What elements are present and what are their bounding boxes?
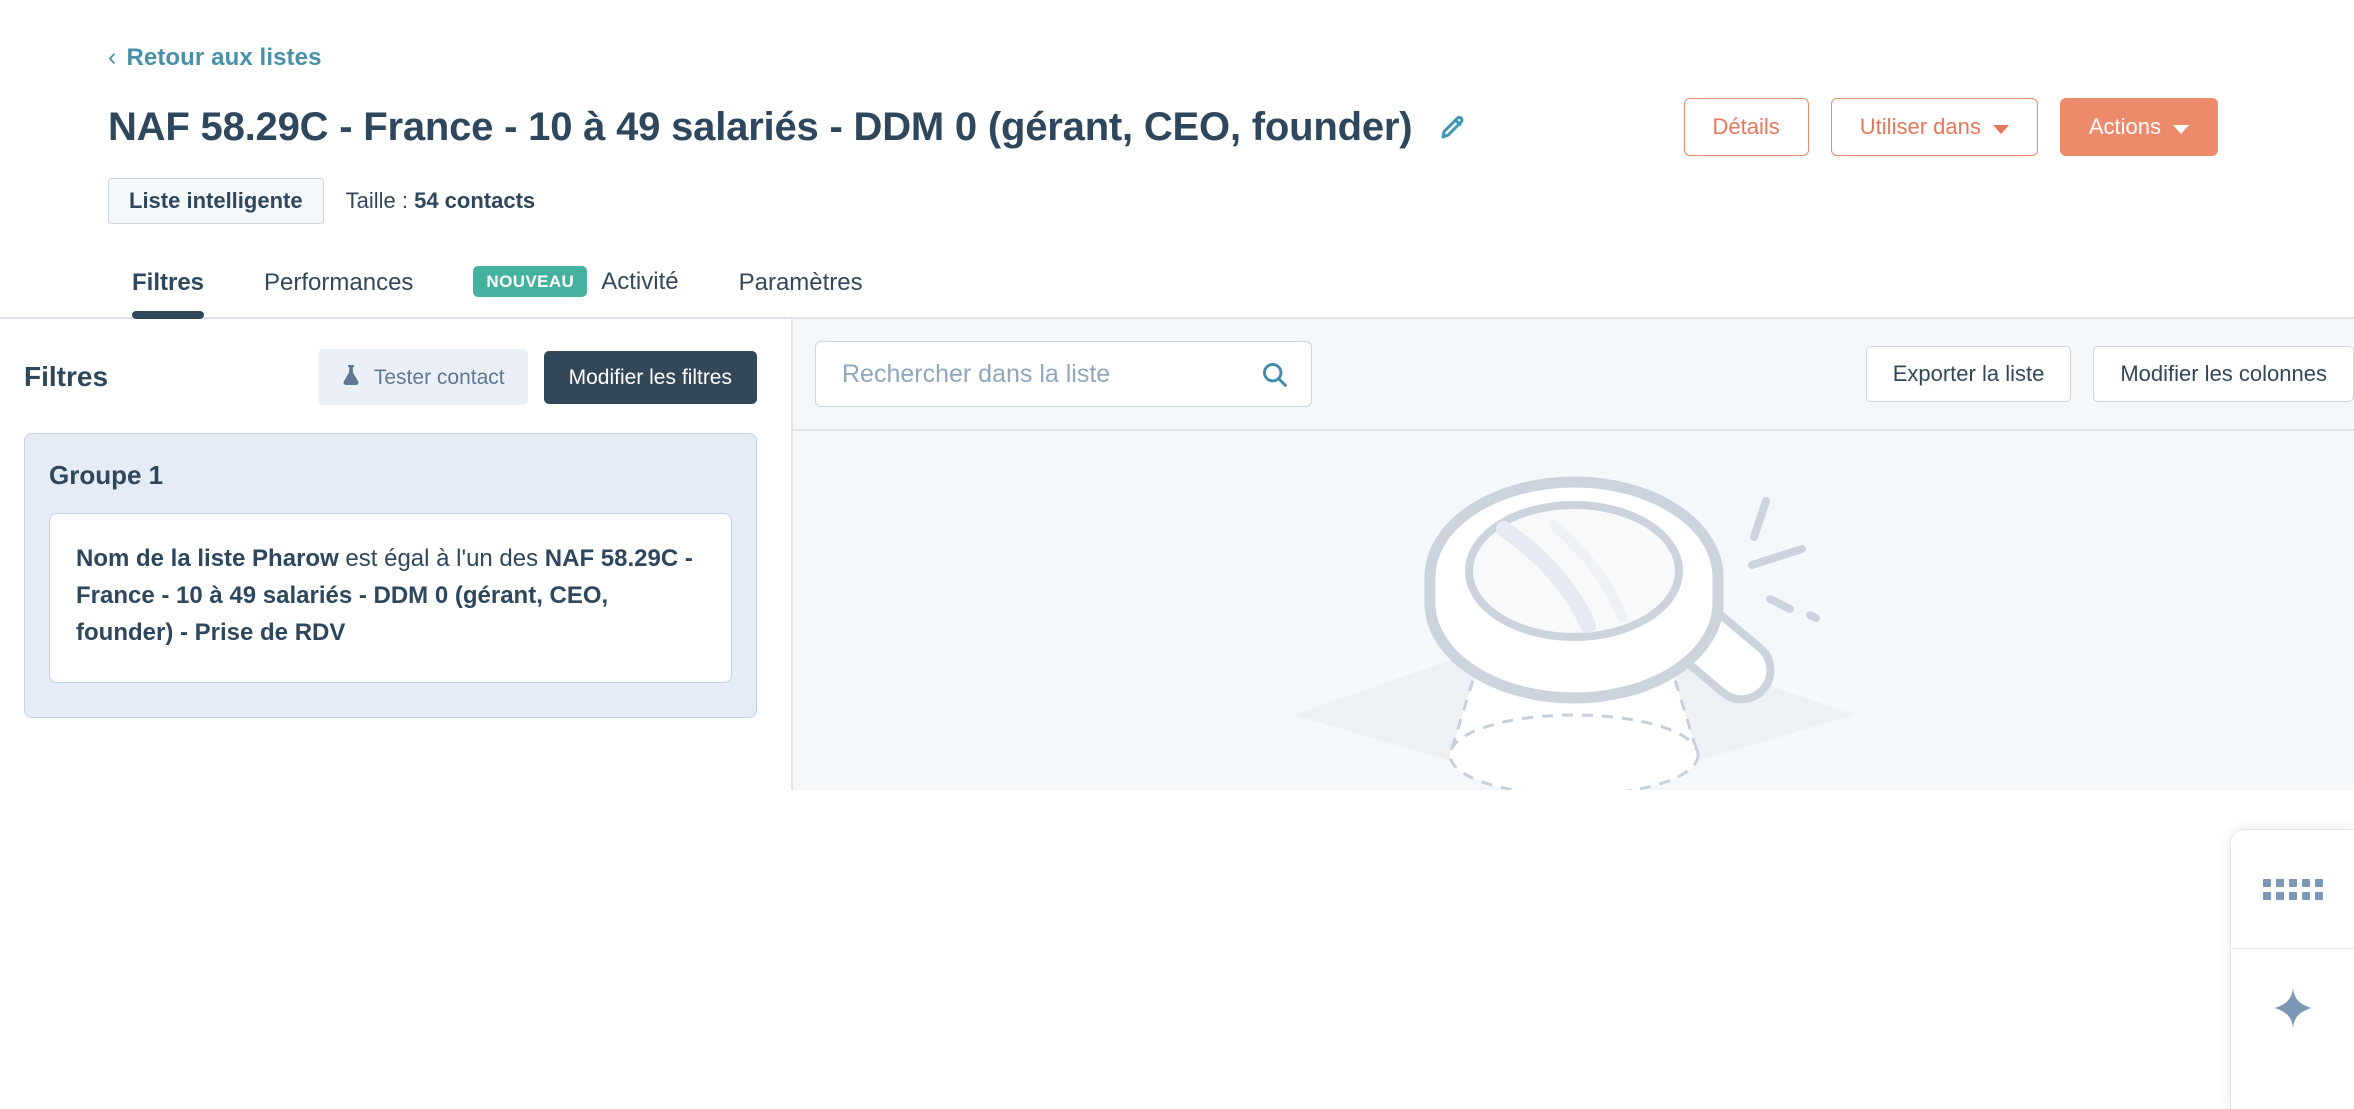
empty-state (793, 431, 2354, 790)
actions-dropdown-button[interactable]: Actions (2059, 98, 2218, 156)
list-meta-row: Liste intelligente Taille : 54 contacts (108, 178, 2354, 224)
tab-parametres[interactable]: Paramètres (709, 263, 893, 317)
edit-filters-button[interactable]: Modifier les filtres (543, 350, 757, 404)
new-badge: NOUVEAU (473, 266, 588, 297)
tab-filtres-label: Filtres (132, 269, 205, 296)
tab-performances-label: Performances (264, 269, 414, 296)
actions-dropdown-label: Actions (2088, 114, 2161, 139)
list-size-value: 54 contacts (414, 188, 536, 213)
page-title: NAF 58.29C - France - 10 à 49 salariés -… (108, 105, 1413, 149)
content-toolbar-actions: Exporter la liste Modifier les colonnes (1865, 346, 2354, 402)
test-contact-button[interactable]: Tester contact (317, 349, 528, 405)
export-list-button[interactable]: Exporter la liste (1865, 346, 2072, 402)
edit-columns-button[interactable]: Modifier les colonnes (2093, 346, 2354, 402)
search-icon[interactable] (1250, 360, 1289, 389)
page-body: Filtres Tester contact Modifier les filt… (0, 319, 2354, 1109)
search-box[interactable] (815, 341, 1312, 407)
filters-panel-header: Filtres Tester contact Modifier les filt… (24, 349, 757, 405)
tab-activite[interactable]: NOUVEAU Activité (443, 260, 708, 317)
filter-criterion-property: Nom de la liste Pharow (76, 545, 339, 572)
chevron-down-icon (2173, 124, 2189, 134)
chevron-down-icon (1992, 124, 2009, 134)
test-contact-label: Tester contact (373, 365, 505, 389)
flask-icon (341, 364, 361, 390)
filters-heading: Filtres (24, 361, 109, 392)
page-header: ‹ Retour aux listes NAF 58.29C - France … (0, 0, 2354, 319)
back-to-lists-link[interactable]: ‹ Retour aux listes (108, 44, 322, 72)
filters-panel-actions: Tester contact Modifier les filtres (317, 349, 757, 405)
filter-group-title: Groupe 1 (49, 460, 164, 490)
apps-grid-icon[interactable] (2231, 830, 2354, 948)
sparkle-ai-icon[interactable] (2231, 949, 2354, 1067)
list-size: Taille : 54 contacts (346, 188, 536, 214)
filter-group-card: Groupe 1 Nom de la liste Pharow est égal… (24, 433, 757, 718)
use-in-dropdown-button[interactable]: Utiliser dans (1830, 98, 2038, 156)
list-type-badge: Liste intelligente (108, 178, 324, 224)
pencil-icon[interactable] (1438, 112, 1468, 142)
title-row: NAF 58.29C - France - 10 à 49 salariés -… (108, 98, 2354, 156)
details-button[interactable]: Détails (1683, 98, 1809, 156)
list-detail-page: ‹ Retour aux listes NAF 58.29C - France … (0, 0, 2354, 1109)
tab-activite-label: Activité (601, 267, 679, 295)
list-content-panel: Exporter la liste Modifier les colonnes (793, 319, 2354, 1109)
apps-grid-dots (2262, 878, 2323, 900)
header-actions: Détails Utiliser dans Actions (1683, 98, 2218, 156)
magnifying-glass-illustration (1254, 467, 1894, 790)
tab-performances[interactable]: Performances (234, 263, 443, 317)
filter-criterion-operator: est égal à l'un des (345, 545, 539, 572)
right-rail (2230, 829, 2354, 1109)
tab-parametres-label: Paramètres (738, 269, 863, 296)
search-input[interactable] (840, 358, 1250, 390)
filter-criterion[interactable]: Nom de la liste Pharow est égal à l'un d… (49, 513, 732, 683)
list-size-label: Taille : (345, 188, 408, 213)
details-button-label: Détails (1712, 114, 1780, 139)
tab-bar: Filtres Performances NOUVEAU Activité Pa… (0, 260, 2354, 319)
chevron-left-icon: ‹ (108, 42, 117, 71)
tab-filtres[interactable]: Filtres (102, 263, 234, 319)
use-in-dropdown-label: Utiliser dans (1859, 114, 1981, 139)
filters-panel: Filtres Tester contact Modifier les filt… (0, 319, 793, 790)
content-toolbar: Exporter la liste Modifier les colonnes (793, 319, 2354, 431)
back-to-lists-label: Retour aux listes (126, 44, 322, 71)
